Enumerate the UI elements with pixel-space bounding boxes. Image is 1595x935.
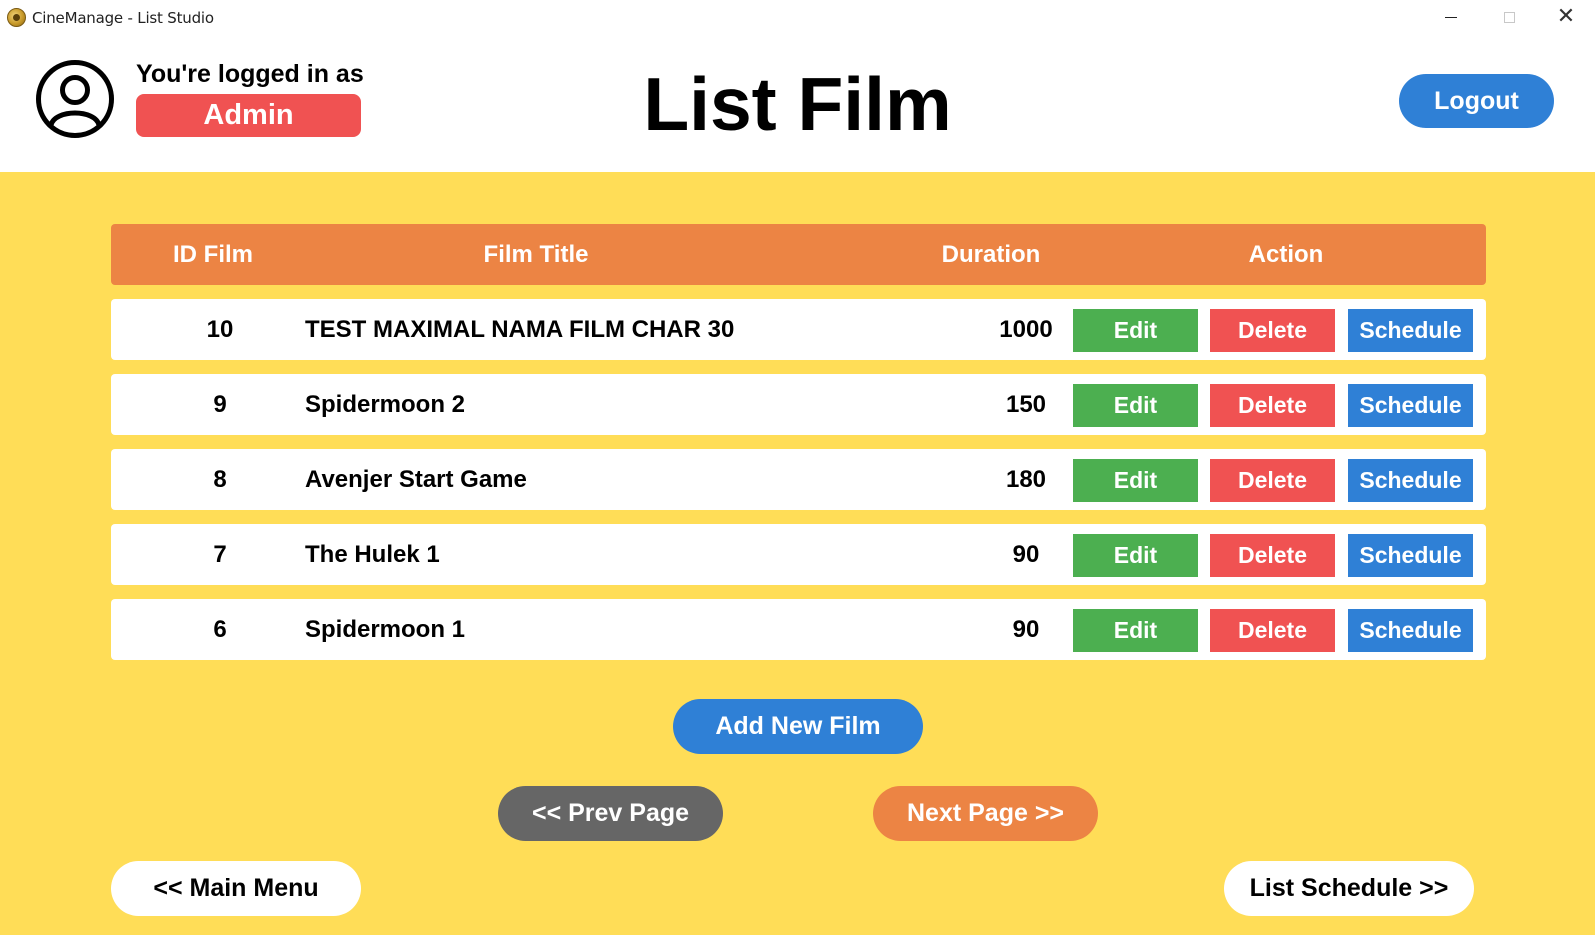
delete-button[interactable]: Delete bbox=[1210, 384, 1335, 427]
schedule-button[interactable]: Schedule bbox=[1348, 309, 1473, 352]
main-content: ID Film Film Title Duration Action 10 TE… bbox=[0, 172, 1595, 935]
table-row: 10 TEST MAXIMAL NAMA FILM CHAR 30 1000 E… bbox=[111, 299, 1486, 360]
edit-button[interactable]: Edit bbox=[1073, 534, 1198, 577]
column-header-id: ID Film bbox=[172, 240, 253, 268]
delete-button[interactable]: Delete bbox=[1210, 309, 1335, 352]
app-logo-icon bbox=[7, 8, 26, 27]
table-row: 8 Avenjer Start Game 180 Edit Delete Sch… bbox=[111, 449, 1486, 510]
film-id: 9 bbox=[213, 390, 227, 418]
film-title: Avenjer Start Game bbox=[305, 465, 527, 493]
film-duration: 1000 bbox=[999, 315, 1053, 343]
delete-button[interactable]: Delete bbox=[1210, 459, 1335, 502]
schedule-button[interactable]: Schedule bbox=[1348, 609, 1473, 652]
list-schedule-button[interactable]: List Schedule >> bbox=[1224, 861, 1474, 916]
column-header-action: Action bbox=[1248, 240, 1324, 268]
schedule-button[interactable]: Schedule bbox=[1348, 459, 1473, 502]
film-id: 10 bbox=[206, 315, 234, 343]
film-duration: 90 bbox=[1012, 615, 1040, 643]
table-row: 7 The Hulek 1 90 Edit Delete Schedule bbox=[111, 524, 1486, 585]
film-duration: 150 bbox=[1005, 390, 1047, 418]
add-new-film-button[interactable]: Add New Film bbox=[673, 699, 923, 754]
table-header: ID Film Film Title Duration Action bbox=[111, 224, 1486, 285]
page-title: List Film bbox=[643, 62, 952, 146]
film-id: 7 bbox=[213, 540, 227, 568]
delete-button[interactable]: Delete bbox=[1210, 609, 1335, 652]
film-id: 8 bbox=[213, 465, 227, 493]
logout-button[interactable]: Logout bbox=[1399, 74, 1554, 128]
edit-button[interactable]: Edit bbox=[1073, 459, 1198, 502]
film-id: 6 bbox=[213, 615, 227, 643]
schedule-button[interactable]: Schedule bbox=[1348, 534, 1473, 577]
prev-page-button[interactable]: << Prev Page bbox=[498, 786, 723, 841]
table-row: 6 Spidermoon 1 90 Edit Delete Schedule bbox=[111, 599, 1486, 660]
edit-button[interactable]: Edit bbox=[1073, 309, 1198, 352]
table-row: 9 Spidermoon 2 150 Edit Delete Schedule bbox=[111, 374, 1486, 435]
edit-button[interactable]: Edit bbox=[1073, 609, 1198, 652]
column-header-duration: Duration bbox=[941, 240, 1041, 268]
close-glyph: ✕ bbox=[1556, 4, 1576, 29]
user-avatar-icon bbox=[35, 59, 115, 139]
close-icon[interactable]: ✕ bbox=[1537, 0, 1595, 34]
maximize-icon[interactable] bbox=[1480, 0, 1538, 34]
film-duration: 90 bbox=[1012, 540, 1040, 568]
edit-button[interactable]: Edit bbox=[1073, 384, 1198, 427]
film-duration: 180 bbox=[1005, 465, 1047, 493]
window-titlebar: CineManage - List Studio ✕ bbox=[0, 0, 1595, 34]
column-header-title: Film Title bbox=[483, 240, 589, 268]
window-title: CineManage - List Studio bbox=[32, 9, 214, 27]
film-title: Spidermoon 1 bbox=[305, 615, 466, 643]
page-header: You're logged in as Admin List Film Logo… bbox=[0, 34, 1595, 172]
minimize-icon[interactable] bbox=[1422, 0, 1480, 34]
logged-in-label: You're logged in as bbox=[136, 60, 364, 88]
role-badge: Admin bbox=[136, 94, 361, 137]
main-menu-button[interactable]: << Main Menu bbox=[111, 861, 361, 916]
film-title: TEST MAXIMAL NAMA FILM CHAR 30 bbox=[305, 315, 735, 343]
film-title: The Hulek 1 bbox=[305, 540, 440, 568]
next-page-button[interactable]: Next Page >> bbox=[873, 786, 1098, 841]
schedule-button[interactable]: Schedule bbox=[1348, 384, 1473, 427]
film-title: Spidermoon 2 bbox=[305, 390, 466, 418]
delete-button[interactable]: Delete bbox=[1210, 534, 1335, 577]
